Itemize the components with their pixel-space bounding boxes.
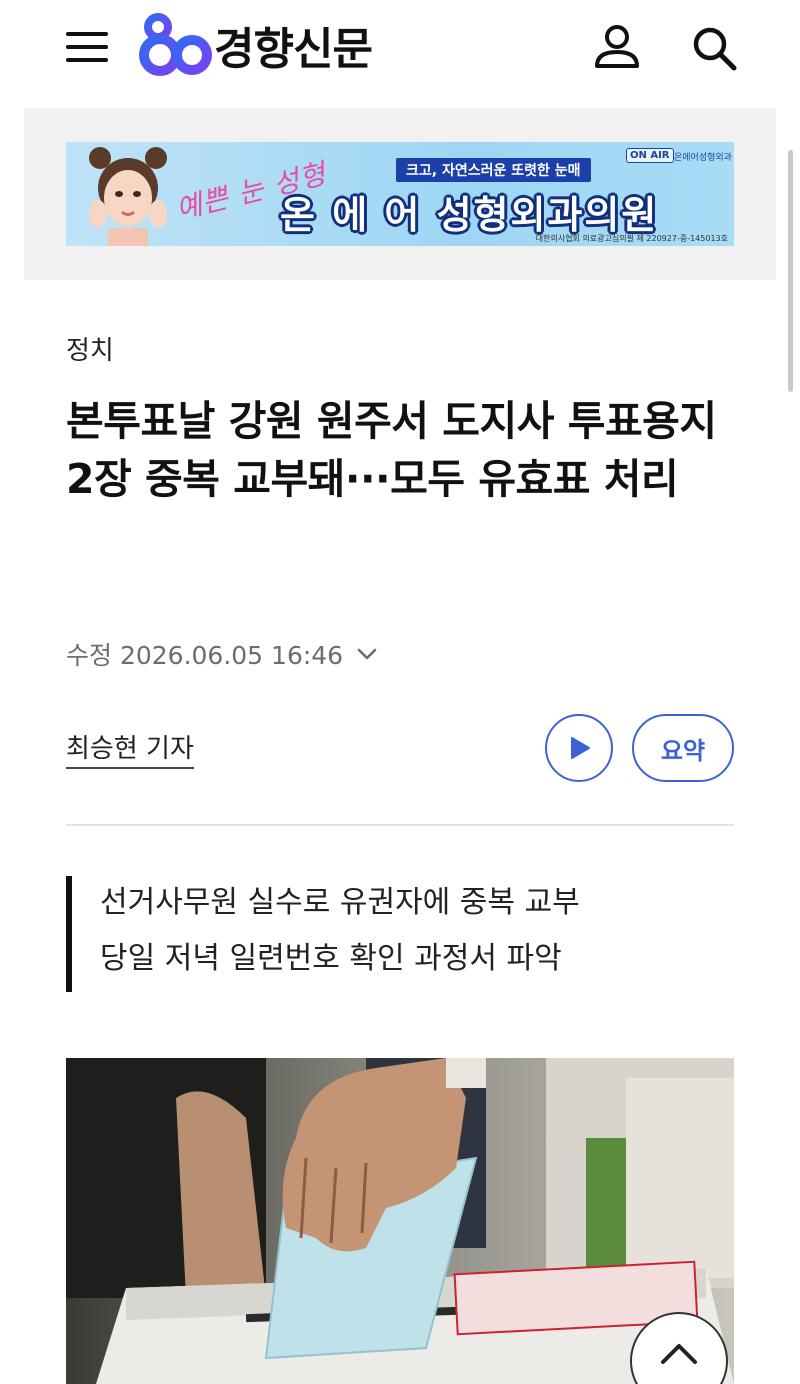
article-dateline[interactable]: 수정 2026.06.05 16:46 [66,636,379,672]
ad-onair-badge: ON AIR [626,148,674,163]
advertisement-area: 예쁜 눈 성형 크고, 자연스러운 또렷한 눈매 ON AIR 온에어성형외과 … [24,108,776,280]
article-photo [66,1058,734,1384]
article-page: 경향신문 예쁜 눈 성형 크고, 자연스러운 또렷한 눈매 ON AIR 온에어… [0,0,800,1384]
ad-clinic-name: 온 에 어 성형외과의원 [280,193,659,237]
article-category[interactable]: 정치 [66,330,114,367]
ad-clinic-small: 온에어성형외과 [674,153,732,163]
site-logo[interactable]: 경향신문 [138,12,373,78]
reporter-link[interactable]: 최승현 기자 [66,728,194,769]
subheadline-line-2: 당일 저녁 일련번호 확인 과정서 파악 [100,941,562,976]
ad-tagline: 크고, 자연스러운 또렷한 눈매 [396,158,591,182]
user-icon[interactable] [592,22,642,72]
article-headline: 본투표날 강원 원주서 도지사 투표용지 2장 중복 교부돼···모두 유효표 … [66,397,717,503]
audio-play-button[interactable] [545,714,613,782]
play-icon [571,737,590,759]
search-icon[interactable] [690,24,738,72]
chevron-up-icon [661,1344,697,1364]
page-scrollbar[interactable] [788,150,793,392]
ad-fine-print: 대한의사협회 의료광고심의필 제 220927-중-145013호 [535,234,728,243]
ballot-box-photo [66,1058,734,1384]
divider [66,824,734,826]
logo-text: 경향신문 [214,24,373,75]
khan-logo-icon [139,13,212,76]
chevron-down-icon [357,648,377,660]
subheadline-line-1: 선거사무원 실수로 유권자에 중복 교부 [100,885,580,920]
article-subheadline: 선거사무원 실수로 유권자에 중복 교부 당일 저녁 일련번호 확인 과정서 파… [66,876,734,992]
hamburger-menu-icon[interactable] [66,30,110,66]
ad-model-image [89,147,167,246]
ad-banner[interactable]: 예쁜 눈 성형 크고, 자연스러운 또렷한 눈매 ON AIR 온에어성형외과 … [66,142,734,246]
site-header: 경향신문 [0,0,800,96]
dateline-text: 수정 2026.06.05 16:46 [66,641,344,670]
summary-button[interactable]: 요약 [632,714,734,782]
